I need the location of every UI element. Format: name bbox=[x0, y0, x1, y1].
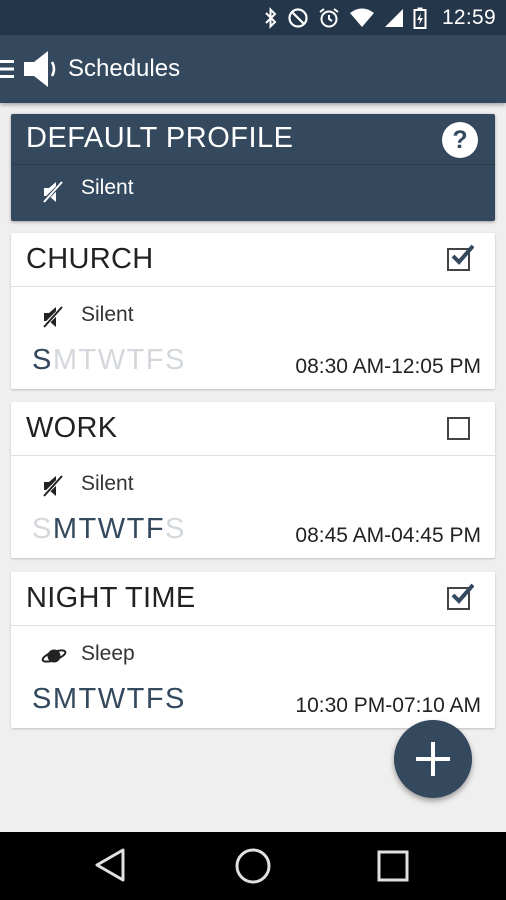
schedule-enabled-checkbox[interactable] bbox=[447, 417, 470, 440]
day-thursday: T bbox=[126, 344, 146, 376]
schedule-time-range: 10:30 PM-07:10 AM bbox=[295, 694, 481, 717]
schedule-time-range: 08:45 AM-04:45 PM bbox=[295, 524, 481, 547]
schedule-days: SMTWTFS bbox=[32, 513, 186, 546]
schedule-card-church[interactable]: CHURCH Silent SMTWTFS 08:30 AM-12:05 PM bbox=[11, 233, 495, 389]
checkmark-icon bbox=[451, 244, 474, 265]
schedule-enabled-checkbox[interactable] bbox=[447, 244, 474, 271]
signal-icon bbox=[384, 8, 404, 28]
checkmark-icon bbox=[451, 583, 474, 604]
default-profile-title: DEFAULT PROFILE bbox=[26, 122, 294, 154]
help-button[interactable]: ? bbox=[442, 122, 478, 158]
schedule-time-range: 08:30 AM-12:05 PM bbox=[295, 355, 481, 378]
day-saturday: S bbox=[165, 683, 186, 715]
planet-icon bbox=[41, 644, 67, 673]
schedule-enabled-checkbox[interactable] bbox=[447, 583, 474, 610]
day-friday: F bbox=[145, 344, 166, 376]
recent-apps-icon[interactable] bbox=[376, 849, 410, 888]
add-schedule-button[interactable] bbox=[394, 720, 472, 798]
schedule-mode: Sleep bbox=[81, 642, 135, 665]
app-bar: Schedules bbox=[0, 35, 506, 103]
schedule-mode: Silent bbox=[81, 472, 134, 495]
schedule-name: WORK bbox=[26, 412, 118, 444]
battery-charging-icon bbox=[413, 7, 427, 29]
day-monday: M bbox=[52, 683, 79, 715]
day-tuesday: T bbox=[78, 683, 98, 715]
home-icon[interactable] bbox=[234, 847, 272, 890]
bluetooth-icon bbox=[264, 6, 278, 29]
schedule-card-header: CHURCH bbox=[11, 233, 495, 287]
wifi-icon bbox=[349, 8, 375, 28]
day-tuesday: T bbox=[78, 344, 98, 376]
day-sunday: S bbox=[32, 513, 53, 545]
divider bbox=[11, 164, 495, 165]
day-saturday: S bbox=[165, 513, 186, 545]
day-wednesday: W bbox=[97, 513, 127, 545]
day-sunday: S bbox=[32, 344, 53, 376]
day-thursday: T bbox=[126, 513, 146, 545]
schedule-card-work[interactable]: WORK Silent SMTWTFS 08:45 AM-04:45 PM bbox=[11, 402, 495, 558]
day-friday: F bbox=[145, 513, 166, 545]
alarm-icon bbox=[318, 7, 340, 29]
muted-speaker-icon bbox=[41, 305, 65, 334]
schedule-days: SMTWTFS bbox=[32, 683, 186, 716]
default-profile-mode: Silent bbox=[81, 176, 134, 199]
schedule-card-header: NIGHT TIME bbox=[11, 572, 495, 626]
schedule-days: SMTWTFS bbox=[32, 344, 186, 377]
schedule-card-night-time[interactable]: NIGHT TIME Sleep SMTWTFS 10:30 PM-07:10 … bbox=[11, 572, 495, 728]
day-monday: M bbox=[52, 344, 79, 376]
day-wednesday: W bbox=[97, 683, 127, 715]
speaker-icon[interactable] bbox=[22, 49, 58, 94]
day-friday: F bbox=[145, 683, 166, 715]
navigation-bar bbox=[0, 832, 506, 900]
day-monday: M bbox=[52, 513, 79, 545]
day-saturday: S bbox=[165, 344, 186, 376]
muted-speaker-icon bbox=[41, 474, 65, 503]
do-not-disturb-icon bbox=[287, 7, 309, 29]
day-tuesday: T bbox=[78, 513, 98, 545]
status-bar: 12:59 bbox=[0, 0, 506, 35]
muted-speaker-icon bbox=[41, 180, 65, 209]
day-wednesday: W bbox=[97, 344, 127, 376]
back-icon[interactable] bbox=[93, 847, 127, 888]
schedule-card-header: WORK bbox=[11, 402, 495, 456]
day-sunday: S bbox=[32, 683, 53, 715]
day-thursday: T bbox=[126, 683, 146, 715]
status-clock: 12:59 bbox=[441, 5, 496, 29]
schedule-mode: Silent bbox=[81, 303, 134, 326]
default-profile-card[interactable]: DEFAULT PROFILE ? Silent bbox=[11, 114, 495, 221]
app-title: Schedules bbox=[68, 55, 181, 82]
menu-icon[interactable] bbox=[0, 58, 14, 80]
schedule-name: NIGHT TIME bbox=[26, 582, 196, 614]
schedule-name: CHURCH bbox=[26, 243, 154, 275]
